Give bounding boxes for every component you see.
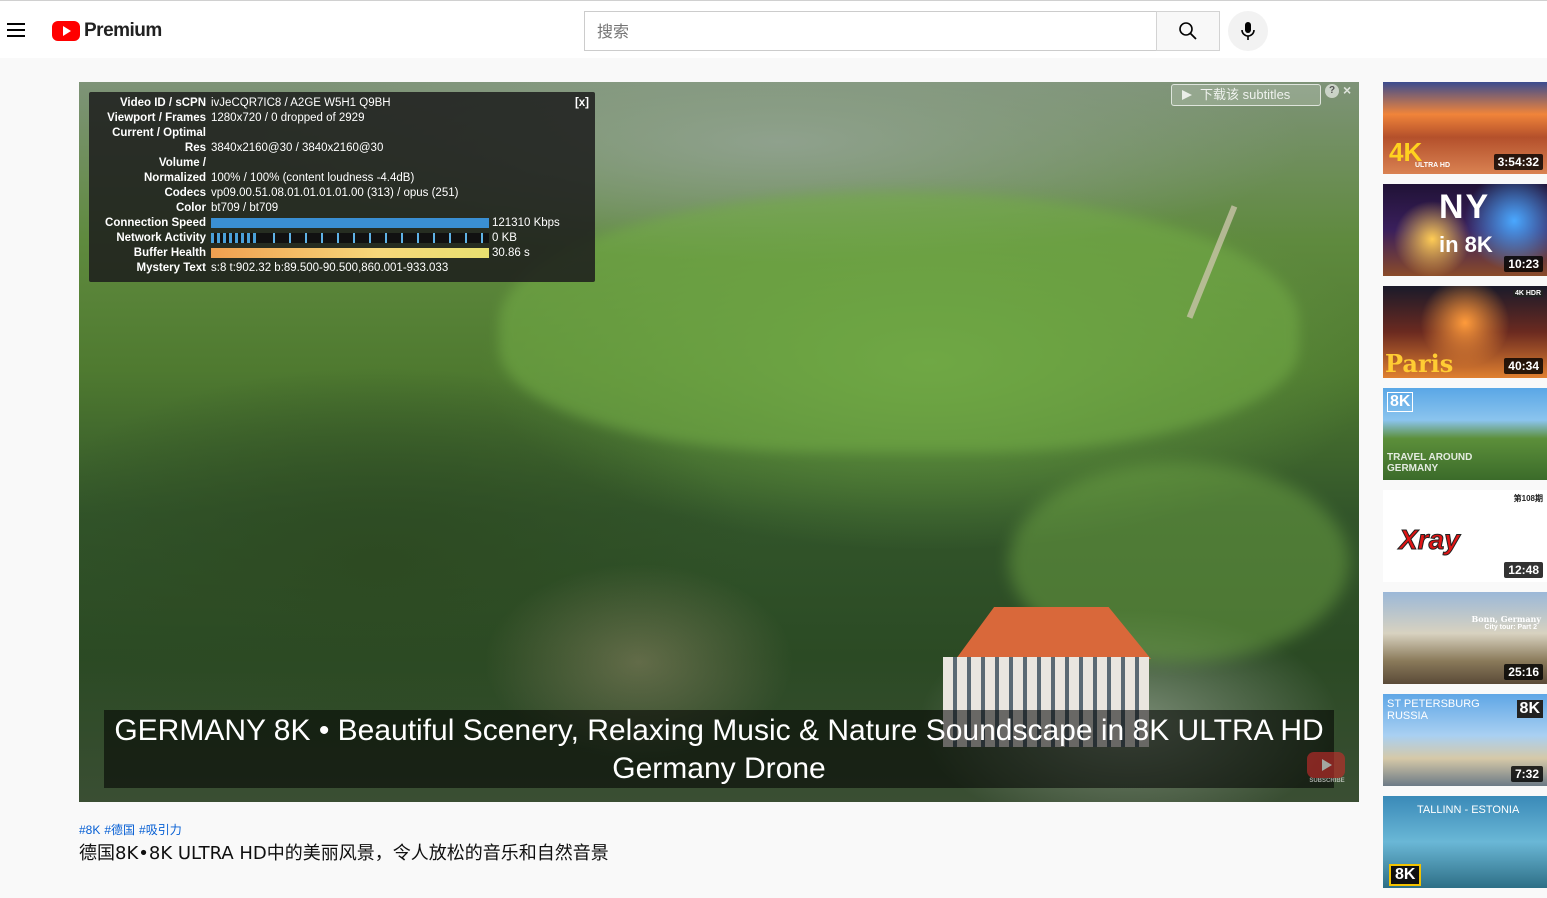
video-duration: 25:16 [1504,664,1543,680]
related-video-thumbnail[interactable]: Xray 第108期 12:48 [1383,490,1547,582]
top-bar: Premium [0,0,1547,58]
video-meta: #8K #德国 #吸引力 [79,821,186,837]
stats-row: Color bt709 / bt709 [175,202,279,214]
network-activity-graph [211,233,259,243]
related-video-thumbnail[interactable]: TALLINN - ESTONIA 8K [1383,796,1547,888]
related-video-thumbnail[interactable]: NY in 8K 10:23 [1383,184,1547,276]
related-video-thumbnail[interactable]: ST PETERSBURG RUSSIA 8K 7:32 [1383,694,1547,786]
video-duration: 12:48 [1504,562,1543,578]
thumbnail-subcaption: 4K HDR [1512,290,1543,297]
stats-row: Viewport / Frames 1280x720 / 0 dropped of… [107,112,365,124]
thumbnail-subcaption: TRAVEL AROUND GERMANY [1387,452,1473,474]
thumbnail-caption: NY [1439,188,1491,226]
stats-row: Codecs vp09.00.51.08.01.01.01.01.00 (313)… [164,187,459,199]
voice-search-button[interactable] [1228,11,1268,51]
video-overlay-title: GERMANY 8K • Beautiful Scenery, Relaxing… [104,710,1334,788]
subtitle-download-button[interactable]: 下载该 subtitles [1171,84,1321,106]
search-icon [1179,22,1197,40]
thumbnail-caption: Paris [1385,349,1454,378]
channel-watermark[interactable]: SUBSCRIBE [1307,752,1347,788]
subtitle-close-button[interactable]: × [1343,82,1351,98]
stats-row-mystery: Mystery Text s:8 t:902.32 b:89.500-90.50… [136,262,449,274]
search-button[interactable] [1156,11,1220,51]
stats-row: Res 3840x2160@30 / 3840x2160@30 [184,142,384,154]
youtube-premium-logo[interactable]: Premium [52,20,162,42]
search-box [584,11,1157,51]
hashtag-link[interactable]: #8K [79,823,100,837]
scenery-meadow [499,192,1299,452]
thumbnail-subcaption: City tour: Part 2 [1484,624,1537,631]
watermark-label: SUBSCRIBE [1309,778,1345,784]
stats-row: Volume / [158,157,206,169]
related-video-thumbnail[interactable]: Paris 4K HDR 40:34 [1383,286,1547,378]
stats-row-network: Network Activity 0 KB [116,232,517,244]
stats-row: Normalized 100% / 100% (content loudness … [144,172,415,184]
logo-text: Premium [84,20,162,41]
video-title: 德国8K•8K ULTRA HD中的美丽风景，令人放松的音乐和自然音景 [79,843,609,864]
related-video-thumbnail[interactable]: Bonn, Germany City tour: Part 2 25:16 [1383,592,1547,684]
stats-for-nerds-panel: [x] Video ID / sCPN ivJeCQR7IC8 / A2GE W5… [89,92,595,282]
buffer-health-graph [211,248,489,258]
youtube-logo-icon [52,21,80,41]
stats-close-button[interactable]: [x] [575,96,589,111]
subtitle-download-label: 下载该 subtitles [1200,87,1291,102]
video-player[interactable]: [x] Video ID / sCPN ivJeCQR7IC8 / A2GE W5… [79,82,1359,802]
video-duration: 40:34 [1504,358,1543,374]
video-duration: 7:32 [1510,766,1543,782]
subtitle-help-button[interactable]: ? [1325,84,1339,98]
thumbnail-caption: Xray [1399,524,1461,556]
thumbnail-subcaption: 第108期 [1513,494,1543,503]
connection-speed-graph [211,218,489,228]
related-videos-sidebar: 4K ULTRA HD 3:54:32 NY in 8K 10:23 Paris… [1383,82,1547,898]
microphone-icon [1241,22,1255,40]
thumbnail-subcaption: 8K [1516,700,1543,718]
hashtag-list: #8K #德国 #吸引力 [79,821,186,837]
thumbnail-caption: ST PETERSBURG RUSSIA [1387,698,1480,722]
thumbnail-subcaption: 8K [1389,864,1422,886]
thumbnail-caption: TALLINN - ESTONIA [1417,804,1520,816]
subscribe-logo-icon [1307,752,1345,778]
related-video-thumbnail[interactable]: 4K ULTRA HD 3:54:32 [1383,82,1547,174]
stats-row-buffer: Buffer Health 30.86 s [133,247,530,259]
search-input[interactable] [585,12,1157,50]
stats-row: Current / Optimal [112,127,206,139]
play-icon [1182,90,1192,100]
video-duration: 10:23 [1504,256,1543,272]
stats-row-connection: Connection Speed 121310 Kbps [105,217,560,229]
stats-row: Video ID / sCPN ivJeCQR7IC8 / A2GE W5H1 Q… [119,97,391,109]
thumbnail-caption: 8K [1387,392,1414,412]
thumbnail-subcaption: ULTRA HD [1415,162,1450,169]
menu-icon[interactable] [4,18,28,42]
video-duration: 3:54:32 [1493,154,1543,170]
hashtag-link[interactable]: #吸引力 [139,823,182,837]
thumbnail-caption: Bonn, Germany [1471,614,1541,624]
related-video-thumbnail[interactable]: 8K TRAVEL AROUND GERMANY [1383,388,1547,480]
thumbnail-subcaption: in 8K [1439,232,1493,257]
hashtag-link[interactable]: #德国 [104,823,135,837]
